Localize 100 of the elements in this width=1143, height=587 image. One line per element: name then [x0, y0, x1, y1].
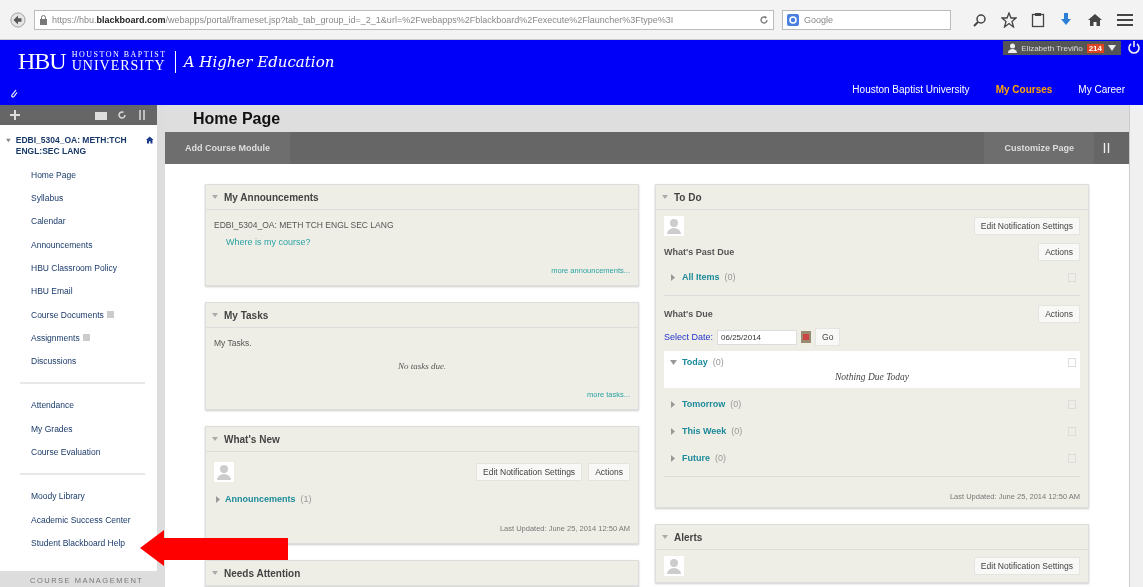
collapse-icon[interactable] [662, 195, 668, 199]
sidebar-link[interactable]: Student Blackboard Help [31, 531, 126, 555]
back-icon[interactable] [10, 10, 26, 29]
item-count: (0) [731, 426, 743, 436]
logo-subtitle: HOUSTON BAPTIST [71, 50, 167, 59]
group-link[interactable]: All Items [682, 272, 720, 282]
go-button[interactable]: Go [815, 328, 841, 346]
module-icon [106, 311, 114, 318]
search-placeholder: Google [803, 14, 833, 25]
add-icon[interactable] [10, 110, 20, 120]
calendar-icon[interactable] [801, 331, 812, 343]
collapse-icon[interactable] [670, 358, 677, 366]
lock-icon [38, 14, 48, 25]
notification-count: 214 [1086, 43, 1104, 53]
expand-icon[interactable] [670, 427, 677, 435]
group-link[interactable]: Today [682, 357, 708, 367]
date-label: Select Date: [664, 332, 714, 342]
sidebar-link[interactable]: Syllabus [31, 186, 64, 210]
item-count: (0) [715, 453, 726, 463]
tasks-text: My Tasks. [214, 338, 253, 348]
avatar-icon [214, 462, 234, 482]
star-icon[interactable] [1001, 11, 1017, 28]
page-title: Home Page [193, 109, 281, 128]
menu-icon[interactable] [1117, 12, 1133, 27]
scrollbar[interactable] [1129, 105, 1143, 587]
sidebar-link[interactable]: HBU Classroom Policy [31, 256, 117, 280]
user-name: Elizabeth Treviño [1021, 43, 1083, 53]
sidebar-link[interactable]: Moody Library [31, 484, 85, 508]
user-icon [1008, 43, 1018, 53]
notification-settings-button[interactable]: Edit Notification Settings [476, 463, 583, 481]
sidebar-link[interactable]: Course Documents [31, 302, 114, 327]
section-heading: What's Due [664, 309, 713, 319]
module-title: Needs Attention [224, 567, 301, 579]
sidebar-link[interactable]: Assignments [31, 326, 90, 350]
item-count: (0) [730, 399, 742, 409]
expand-icon[interactable] [670, 400, 677, 408]
logo-subtitle: UNIVERSITY [71, 58, 167, 73]
page-icon [1068, 357, 1076, 367]
sidebar-link[interactable]: Home Page [31, 163, 76, 187]
refresh-icon[interactable] [117, 110, 127, 120]
sidebar-link[interactable]: Calendar [31, 209, 66, 233]
empty-message: Nothing Due Today [833, 372, 911, 382]
avatar-icon [664, 556, 684, 576]
notification-settings-button[interactable]: Edit Notification Settings [973, 557, 1080, 575]
search-field[interactable]: Google [781, 9, 951, 30]
actions-button[interactable]: Actions [1038, 243, 1080, 261]
empty-message: No tasks due. [396, 360, 448, 371]
nav-tab[interactable]: My Courses [995, 84, 1053, 95]
power-icon[interactable] [1127, 40, 1141, 56]
sidebar-link[interactable]: Academic Success Center [31, 507, 131, 532]
address-field[interactable]: https://hbu.blackboard.com/webapps/portal/frameset.jsp?tab_tab_group_id=_2_1&url=%2Fwebapps%2Fblackboard%2Fexecute%2Flauncher%3Ftype%3I [33, 9, 774, 30]
course-title[interactable]: EDBI_5304_OA: METH:TCH ENGL:SEC LANG [15, 135, 141, 158]
nav-tab[interactable]: My Career [1078, 84, 1125, 95]
module-icon [82, 334, 90, 342]
group-link[interactable]: Future [682, 453, 710, 463]
item-count: (1) [300, 494, 312, 504]
sidebar-link[interactable]: Discussions [31, 349, 77, 373]
sidebar-link[interactable]: Course Evaluation [31, 440, 101, 464]
customize-button[interactable]: Customize Page [984, 132, 1094, 164]
paperclip-icon[interactable] [10, 88, 18, 98]
logo-text: HBU [18, 48, 66, 75]
expand-icon[interactable] [670, 454, 677, 462]
module-title: My Tasks [224, 309, 269, 321]
course-name: EDBI_5304_OA: METH TCH ENGL SEC LANG [214, 220, 395, 230]
url-text: https://hbu.blackboard.com/webapps/portal/frameset.jsp?tab_tab_group_id=_2_1&url=%2Fwebapps%2Fblackboard%2Fexecute%2Flauncher%3Ftype%3I [51, 14, 675, 25]
expand-icon[interactable] [670, 273, 677, 281]
caret-icon [1108, 45, 1116, 51]
add-module-button[interactable]: Add Course Module [165, 132, 290, 164]
module-title: What's New [224, 433, 280, 445]
collapse-icon[interactable] [212, 313, 218, 317]
group-link[interactable]: Announcements [225, 494, 296, 504]
actions-button[interactable]: Actions [1038, 305, 1080, 323]
reload-icon[interactable] [758, 14, 769, 25]
clipboard-icon[interactable] [1031, 11, 1045, 28]
sidebar-link[interactable]: Announcements [31, 233, 93, 257]
notification-settings-button[interactable]: Edit Notification Settings [973, 217, 1080, 235]
home-icon[interactable] [145, 135, 153, 145]
sidebar-link[interactable]: HBU Email [31, 279, 73, 303]
collapse-icon[interactable] [212, 437, 218, 441]
tagline: A Higher Education [183, 52, 335, 71]
sidebar-link[interactable]: Attendance [31, 393, 74, 418]
section-heading: What's Past Due [664, 247, 735, 257]
expand-icon[interactable] [216, 495, 220, 503]
group-link[interactable]: This Week [682, 426, 727, 436]
collapse-icon[interactable] [662, 535, 668, 539]
search-icon[interactable] [973, 12, 987, 27]
item-count: (0) [724, 272, 736, 282]
date-field[interactable]: 06/25/2014 [717, 329, 798, 345]
nav-tab[interactable]: Houston Baptist University [852, 84, 970, 95]
actions-button[interactable]: Actions [588, 463, 630, 481]
group-link[interactable]: Tomorrow [682, 399, 726, 409]
module-title: My Announcements [224, 191, 319, 203]
collapse-icon[interactable] [6, 138, 11, 143]
module-title: Alerts [674, 531, 703, 543]
sidebar-link[interactable]: My Grades [31, 417, 73, 441]
user-menu[interactable]: Elizabeth Treviño 214 [1003, 41, 1121, 55]
collapse-icon[interactable] [212, 195, 218, 199]
home-icon[interactable] [1087, 11, 1103, 28]
item-count: (0) [712, 357, 724, 367]
collapse-icon[interactable] [212, 571, 218, 575]
